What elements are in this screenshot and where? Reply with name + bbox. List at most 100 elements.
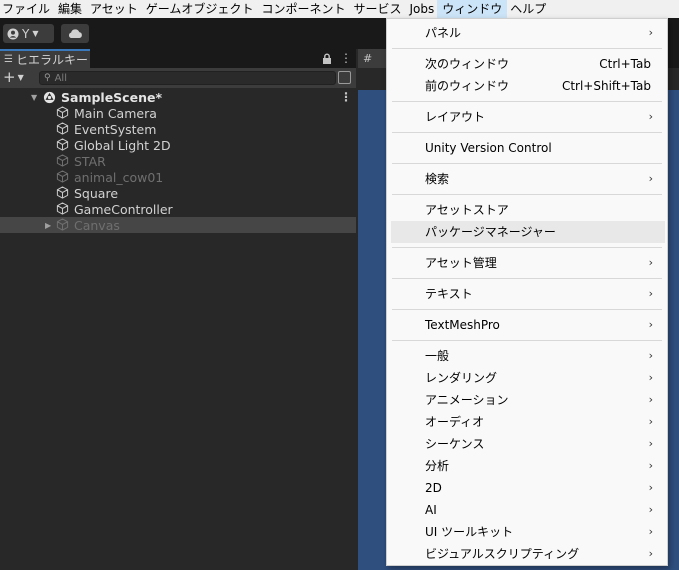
menu-separator [392,309,662,310]
menu-item-4[interactable]: コンポーネント [257,0,349,18]
window-menu-item[interactable]: パネル › [391,22,665,44]
gameobject-cube-icon [56,138,69,151]
account-icon [7,28,19,39]
menu-item-8[interactable]: ヘルプ [506,0,550,18]
account-button[interactable]: Y ▼ [3,24,54,43]
hierarchy-item-label: Square [74,185,119,201]
hierarchy-item[interactable]: Main Camera [0,105,356,121]
hierarchy-item[interactable]: Global Light 2D [0,137,356,153]
menu-separator [392,247,662,248]
gameobject-cube-icon [56,186,69,199]
menu-separator [392,194,662,195]
search-placeholder: All [54,72,67,84]
scene-row[interactable]: ▼ SampleScene* ⋮ [0,89,356,105]
window-menu-item[interactable]: 次のウィンドウ Ctrl+Tab [391,53,665,75]
window-menu-item[interactable]: シーケンス › [391,433,665,455]
more-options-icon[interactable]: ⋮ [340,49,352,68]
menu-item-7[interactable]: ウィンドウ [437,0,508,19]
add-object-button[interactable]: + ▼ [3,68,24,88]
hierarchy-item[interactable]: ▶ Canvas [0,217,356,233]
window-menu-item-label: Unity Version Control [425,141,552,155]
menu-item-1[interactable]: 編集 [54,0,86,18]
window-menu-item-label: 検索 [425,172,450,186]
window-menu-item[interactable]: TextMeshPro › [391,314,665,336]
shortcut-label: Ctrl+Tab [599,57,651,71]
window-menu-dropdown: パネル › 次のウィンドウ Ctrl+Tab 前のウィンドウ Ctrl+Shift+Tab… [386,18,668,566]
window-menu-item[interactable]: テキスト › [391,283,665,305]
window-menu-item-label: 分析 [425,459,450,473]
window-menu-item-label: パッケージマネージャー [425,225,556,239]
window-menu-item[interactable]: オーディオ › [391,411,665,433]
unity-scene-icon [43,91,56,103]
window-menu-item[interactable]: 前のウィンドウ Ctrl+Shift+Tab [391,75,665,97]
menu-separator [392,101,662,102]
hierarchy-item[interactable]: EventSystem [0,121,356,137]
submenu-arrow-icon: › [648,503,653,516]
window-menu-item[interactable]: UI ツールキット › [391,521,665,543]
hierarchy-list: ▼ SampleScene* ⋮ Main Camera EventSystem G… [0,88,356,570]
hierarchy-item[interactable]: animal_cow01 [0,169,356,185]
shortcut-label: Ctrl+Shift+Tab [561,79,651,93]
window-menu-item[interactable]: ビジュアルスクリプティング › [391,543,665,565]
window-menu-item[interactable]: アニメーション › [391,389,665,411]
add-label: + [3,68,16,86]
hierarchy-item-label: STAR [74,153,106,169]
window-menu-item-label: レイアウト [425,110,486,124]
menu-item-6[interactable]: Jobs [405,0,438,18]
window-menu-item[interactable]: 一般 › [391,345,665,367]
hierarchy-item[interactable]: Square [0,185,356,201]
window-menu-item[interactable]: 2D › [391,477,665,499]
gameobject-cube-icon [56,170,69,183]
window-menu-item-label: アセットストア [425,203,509,217]
window-menu-item-label: 一般 [425,349,450,363]
gameobject-cube-icon [56,154,69,167]
submenu-arrow-icon: › [648,525,653,538]
chevron-down-icon: ▼ [17,73,24,82]
menu-separator [392,163,662,164]
window-menu-item[interactable]: アセット管理 › [391,252,665,274]
submenu-arrow-icon: › [648,393,653,406]
window-menu-item[interactable]: 分析 › [391,455,665,477]
search-filter-icon[interactable] [338,71,351,84]
scene-name: SampleScene* [61,89,162,105]
window-menu-item[interactable]: レイアウト › [391,106,665,128]
menu-item-3[interactable]: ゲームオブジェクト [142,0,258,18]
window-menu-item-label: UI ツールキット [425,525,514,539]
window-menu-item[interactable]: AI › [391,499,665,521]
window-menu-item[interactable]: Unity Version Control [391,137,665,159]
window-menu-item-label: オーディオ [425,415,485,429]
menu-item-2[interactable]: アセット [86,0,142,18]
cloud-button[interactable] [61,24,89,43]
scene-more-icon[interactable]: ⋮ [340,90,352,104]
account-label: Y [22,26,30,41]
expand-arrow-icon[interactable]: ▼ [31,93,37,102]
menu-separator [392,278,662,279]
hierarchy-item[interactable]: GameController [0,201,356,217]
submenu-arrow-icon: › [648,437,653,450]
menu-item-5[interactable]: サービス [349,0,405,18]
window-menu-item[interactable]: アセットストア [391,199,665,221]
submenu-arrow-icon: › [648,415,653,428]
gameobject-cube-icon [56,218,69,231]
hierarchy-item[interactable]: STAR [0,153,356,169]
submenu-arrow-icon: › [648,287,653,300]
hierarchy-search-input[interactable]: ⚲ All [39,71,336,85]
tab-hierarchy[interactable]: ☰ ヒエラルキー [0,49,90,68]
hierarchy-toolbar: + ▼ ⚲ All [0,68,356,88]
menu-separator [392,48,662,49]
window-menu-item-label: ビジュアルスクリプティング [425,547,580,561]
window-menu-item-label: シーケンス [425,437,485,451]
submenu-arrow-icon: › [648,26,653,39]
menu-item-0[interactable]: ファイル [0,0,54,18]
submenu-arrow-icon: › [648,110,653,123]
window-menu-item[interactable]: レンダリング › [391,367,665,389]
scene-tab-label: # [363,52,373,65]
expand-arrow-icon[interactable]: ▶ [45,221,51,230]
window-menu-item-label: AI [425,503,437,517]
gameobject-cube-icon [56,122,69,135]
gameobject-cube-icon [56,202,69,215]
window-menu-item[interactable]: パッケージマネージャー [391,221,665,243]
hierarchy-item-label: GameController [74,201,173,217]
lock-icon[interactable] [322,49,332,68]
window-menu-item[interactable]: 検索 › [391,168,665,190]
